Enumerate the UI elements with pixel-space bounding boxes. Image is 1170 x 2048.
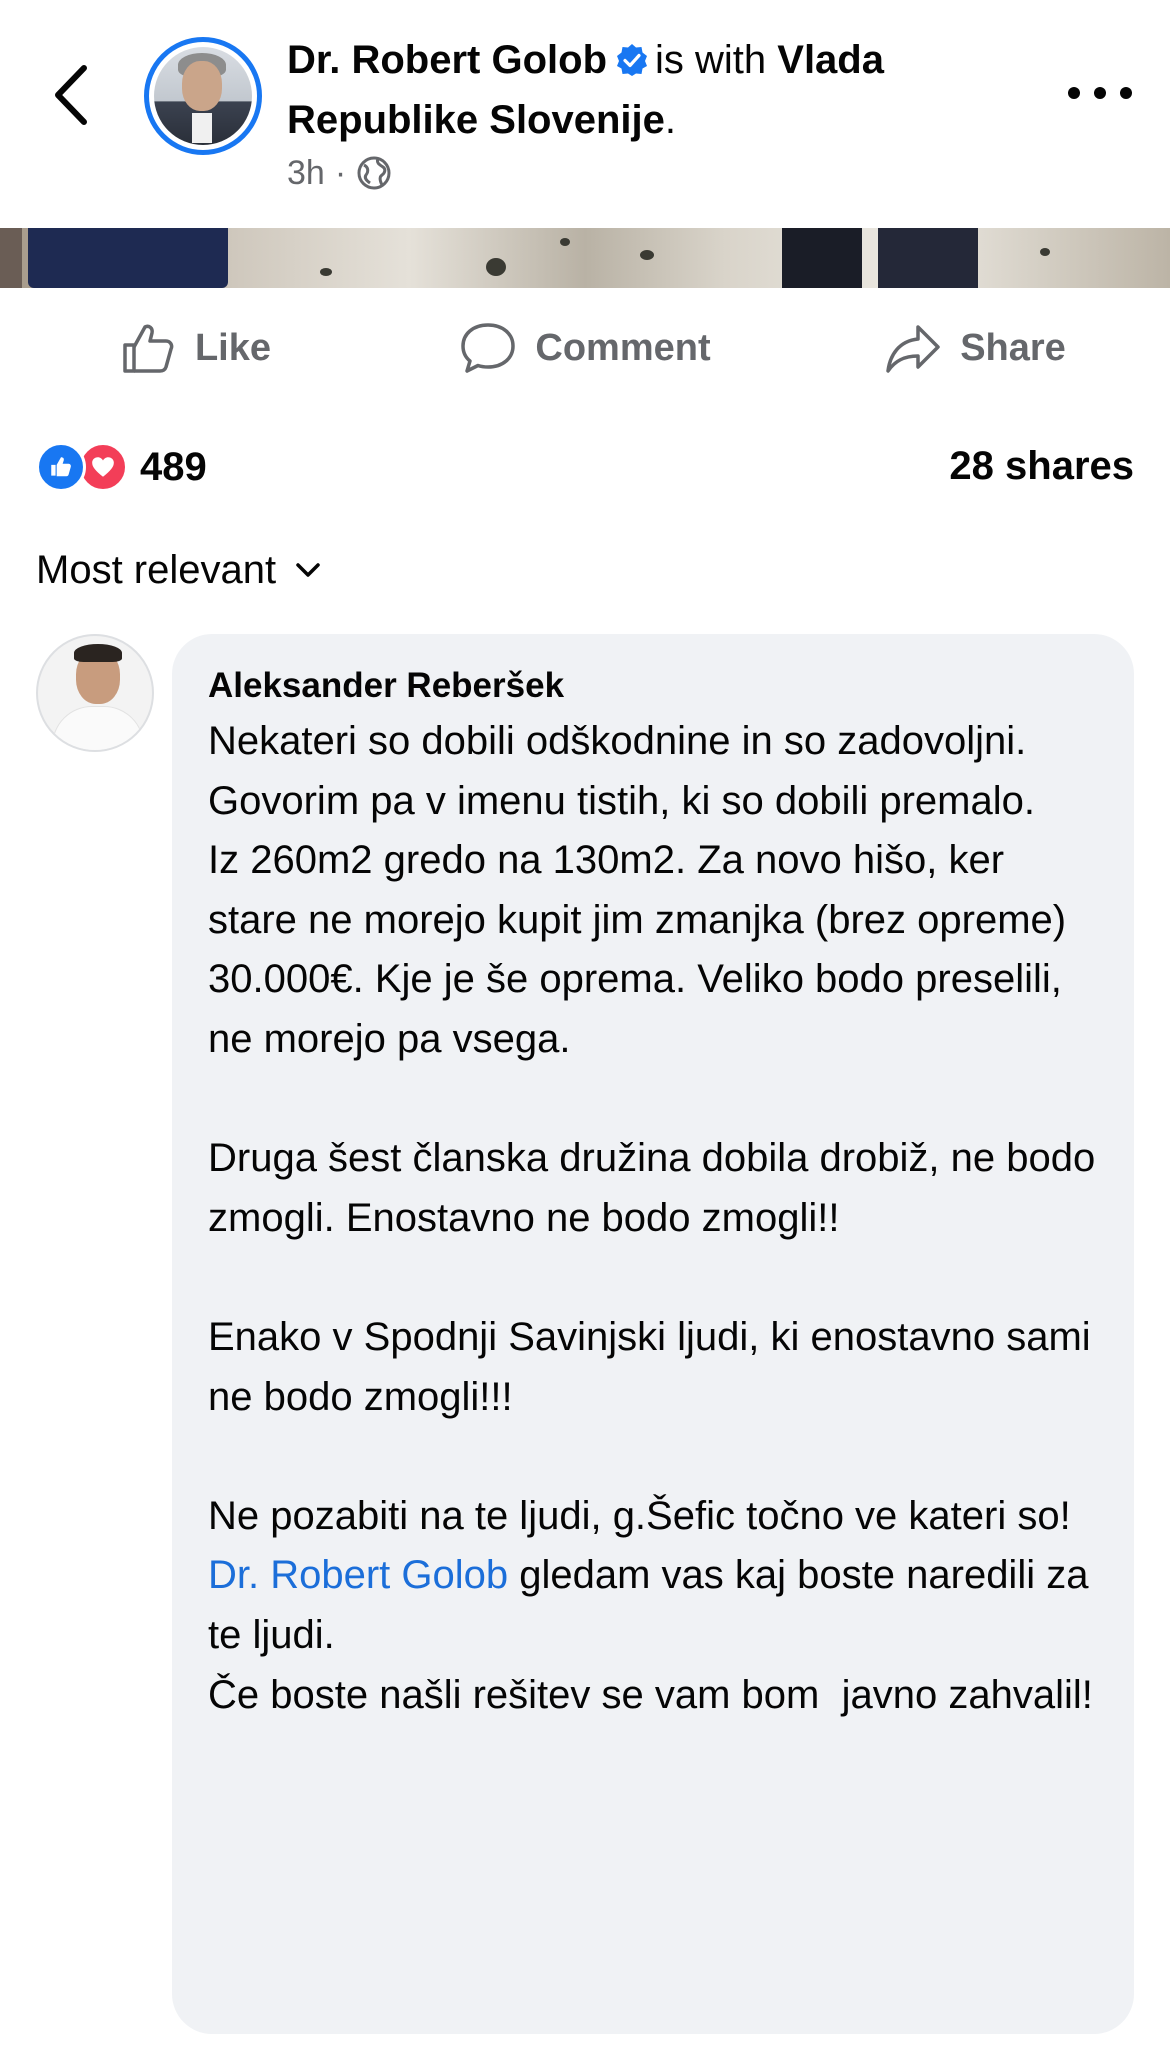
chevron-down-icon [296, 563, 320, 577]
comment-sort-dropdown[interactable]: Most relevant [36, 540, 324, 600]
share-icon [886, 325, 940, 373]
more-horizontal-icon [1068, 87, 1080, 99]
more-options-button[interactable] [1068, 78, 1132, 108]
sort-label: Most relevant [36, 547, 277, 592]
commenter-name[interactable]: Aleksander Reberšek [208, 660, 1098, 712]
post-stats: 489 28 shares [0, 430, 1170, 504]
reaction-count: 489 [140, 444, 207, 489]
back-button[interactable] [48, 62, 98, 128]
share-label: Share [960, 326, 1066, 369]
thumbs-up-icon [123, 324, 174, 373]
post-header: Dr. Robert Golob is with Vlada Republike… [0, 0, 1170, 228]
commenter-avatar[interactable] [36, 634, 154, 752]
post-meta: 3h · [287, 150, 392, 196]
comment-icon [461, 323, 516, 373]
author-photo [154, 47, 252, 145]
reactions-summary[interactable]: 489 [36, 442, 207, 492]
chevron-left-icon [55, 65, 87, 125]
post-photo[interactable] [0, 228, 1170, 288]
comment-mention-link[interactable]: Dr. Robert Golob [208, 1553, 508, 1597]
comment-text: Nekateri so dobili odškodnine in so zado… [208, 712, 1098, 1725]
post-time[interactable]: 3h [287, 154, 325, 193]
comment-label: Comment [535, 326, 711, 369]
comment-bubble: Aleksander Reberšek Nekateri so dobili o… [172, 634, 1134, 2034]
like-reaction-icon [36, 442, 86, 492]
like-button[interactable]: Like [0, 290, 390, 406]
comment-button[interactable]: Comment [390, 290, 780, 406]
meta-separator: · [334, 153, 347, 192]
post-actions: Like Comment Share [0, 290, 1170, 406]
title-period: . [664, 98, 677, 142]
share-button[interactable]: Share [780, 290, 1170, 406]
with-text: is with [655, 38, 767, 82]
like-label: Like [194, 326, 272, 369]
shares-count[interactable]: 28 shares [949, 444, 1134, 489]
post-title: Dr. Robert Golob is with Vlada Republike… [287, 30, 1047, 150]
comment-text-body: Nekateri so dobili odškodnine in so zado… [208, 719, 1096, 1538]
author-name[interactable]: Dr. Robert Golob [287, 38, 607, 82]
author-avatar[interactable] [144, 37, 262, 155]
globe-icon [357, 156, 391, 190]
verified-badge-icon [617, 44, 647, 76]
